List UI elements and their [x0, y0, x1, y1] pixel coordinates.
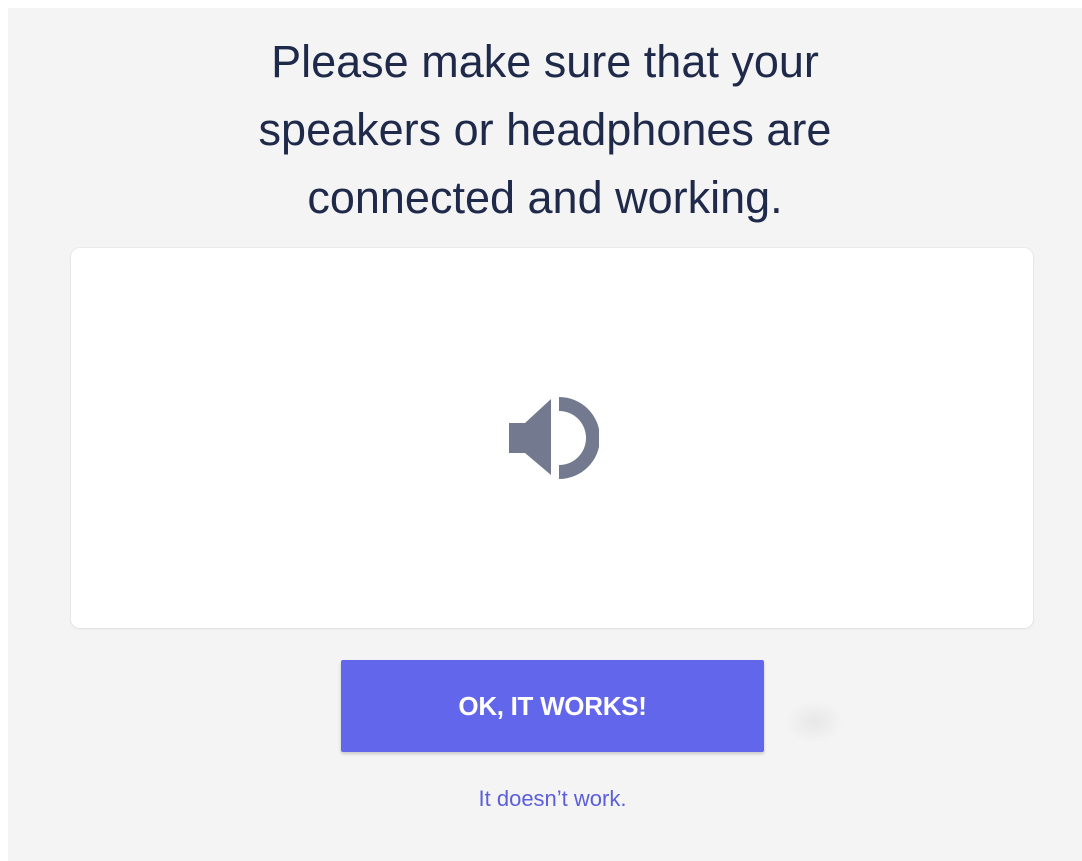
title-line-1: Please make sure that your	[271, 36, 819, 87]
speaker-volume-icon[interactable]	[503, 395, 599, 481]
title-line-2: speakers or headphones are	[258, 104, 832, 155]
it-doesnt-work-link[interactable]: It doesn’t work.	[341, 786, 764, 812]
title-line-3: connected and working.	[307, 172, 783, 223]
page-title: Please make sure that your speakers or h…	[0, 28, 1082, 232]
speaker-body	[509, 399, 551, 475]
sound-wave	[559, 397, 599, 479]
ok-it-works-button[interactable]: OK, IT WORKS!	[341, 660, 764, 752]
cursor-shadow	[784, 700, 844, 744]
